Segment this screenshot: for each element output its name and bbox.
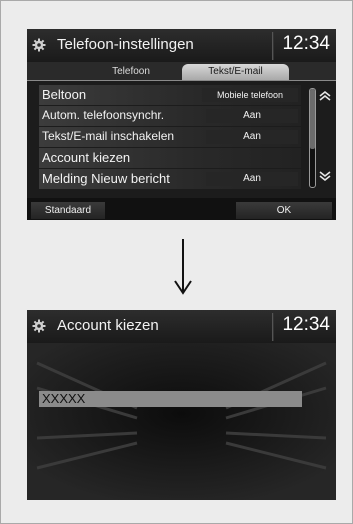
tab-bar: Telefoon Tekst/E-mail (27, 62, 336, 81)
setting-value: Mobiele telefoon (202, 88, 298, 102)
manual-page: Telefoon-instellingen 12:34 Telefoon Tek… (0, 0, 353, 524)
setting-row-autom-sync[interactable]: Autom. telefoonsynchr. Aan (39, 106, 301, 126)
tab-tekst-email[interactable]: Tekst/E-mail (182, 64, 289, 80)
setting-label: Autom. telefoonsynchr. (42, 108, 165, 122)
setting-label: Tekst/E-mail inschakelen (42, 129, 175, 143)
setting-value: Aan (206, 172, 298, 186)
setting-row-melding[interactable]: Melding Nieuw bericht Aan (39, 169, 301, 189)
scrollbar[interactable] (309, 88, 316, 188)
title-bar: Telefoon-instellingen 12:34 (27, 29, 336, 62)
phone-settings-screen: Telefoon-instellingen 12:34 Telefoon Tek… (27, 29, 336, 220)
setting-label: Beltoon (42, 87, 87, 102)
clock-divider (272, 32, 274, 60)
account-select-screen: Account kiezen 12:34 XXXXX (27, 310, 336, 500)
setting-value: Aan (206, 130, 298, 144)
gear-icon (32, 319, 46, 333)
setting-row-tekst-email[interactable]: Tekst/E-mail inschakelen Aan (39, 127, 301, 147)
gear-icon (32, 38, 46, 52)
arrow-down-icon[interactable] (319, 171, 331, 181)
ok-button[interactable]: OK (236, 202, 332, 219)
setting-label: Melding Nieuw bericht (42, 171, 170, 186)
settings-list: Beltoon Mobiele telefoon Autom. telefoon… (39, 85, 301, 190)
screen-title: Telefoon-instellingen (57, 36, 194, 53)
setting-label: Account kiezen (42, 150, 131, 165)
setting-row-beltoon[interactable]: Beltoon Mobiele telefoon (39, 85, 301, 105)
account-list-item[interactable]: XXXXX (39, 391, 302, 407)
screen-title: Account kiezen (57, 317, 159, 334)
arrow-up-icon[interactable] (319, 91, 331, 101)
setting-row-account-kiezen[interactable]: Account kiezen (39, 148, 301, 168)
title-bar: Account kiezen 12:34 (27, 310, 336, 343)
clock: 12:34 (282, 314, 330, 335)
tab-telefoon[interactable]: Telefoon (83, 64, 179, 80)
setting-value: Aan (206, 109, 298, 123)
default-button[interactable]: Standaard (31, 202, 105, 219)
clock: 12:34 (282, 33, 330, 54)
bottom-bar: Standaard OK (27, 198, 336, 220)
down-arrow-icon (174, 239, 192, 295)
background-graphic (27, 343, 336, 500)
scrollbar-thumb[interactable] (310, 89, 315, 149)
clock-divider (272, 313, 274, 341)
